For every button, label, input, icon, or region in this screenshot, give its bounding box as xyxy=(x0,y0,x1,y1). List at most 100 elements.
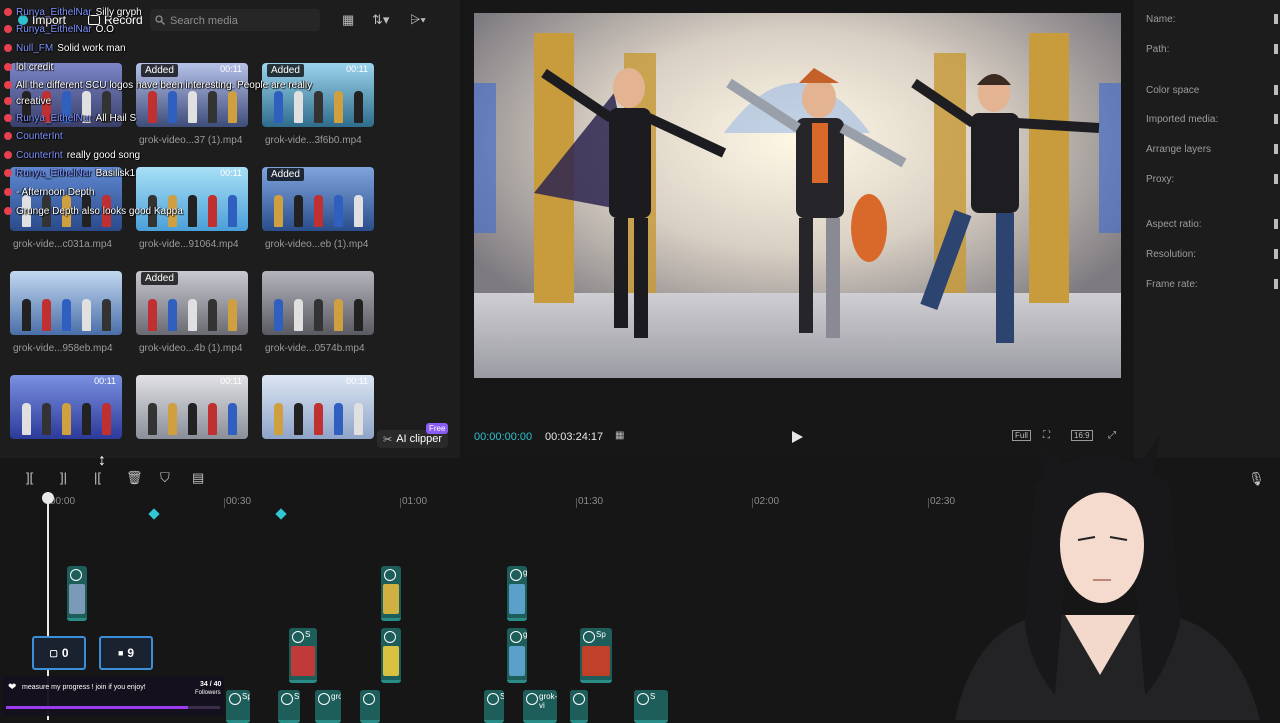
clip-check-icon xyxy=(583,631,595,643)
clip-edit-icon[interactable]: ▤ xyxy=(192,470,204,486)
counter-widget-right: ■ 9 xyxy=(99,636,153,670)
media-item[interactable]: Added 00:11 grok-video...37 (1).mp4 xyxy=(136,63,248,146)
delete-icon[interactable]: 🗑 xyxy=(126,470,143,486)
clip-thumbnail xyxy=(69,584,85,614)
chat-message: Runya_EithelNar Silly gryph xyxy=(4,4,142,20)
timeline-clip[interactable]: grok xyxy=(507,566,527,621)
thumbnail-figure xyxy=(188,91,197,123)
timeline-clip[interactable]: grok-vi xyxy=(523,690,557,723)
media-duration: 00:11 xyxy=(220,376,242,386)
media-item[interactable]: grok-vide...0574b.mp4 xyxy=(262,271,374,354)
chat-message: Runya_EithelNar Basilisk1 xyxy=(4,165,135,181)
media-thumbnail[interactable]: Added xyxy=(136,271,248,335)
split-icon[interactable]: ][ xyxy=(26,470,33,485)
clip-label: S xyxy=(500,692,504,701)
timeline-clip[interactable]: S xyxy=(289,628,317,683)
thumbnail-figure xyxy=(274,299,283,331)
clip-check-icon xyxy=(510,631,522,643)
chat-message: lol credit xyxy=(4,59,53,75)
chat-badge-icon xyxy=(4,44,12,52)
follower-goal-widget: ❤ measure my progress ! join if you enjo… xyxy=(2,676,224,716)
thumbnail-figure xyxy=(294,403,303,435)
media-thumbnail[interactable]: Added 00:11 xyxy=(136,63,248,127)
video-preview[interactable] xyxy=(474,13,1121,378)
timeline-clip[interactable]: S xyxy=(484,690,504,723)
thumbnail-figure xyxy=(228,299,237,331)
resize-cursor-icon: ↕ xyxy=(98,452,106,469)
thumbnail-figure xyxy=(42,403,51,435)
media-duration: 00:11 xyxy=(346,376,368,386)
thumbnail-figure xyxy=(314,403,323,435)
property-value xyxy=(1274,44,1278,54)
chat-badge-icon xyxy=(4,25,12,33)
media-thumbnail[interactable]: 00:11 xyxy=(262,375,374,439)
chat-badge-icon xyxy=(4,132,12,140)
shield-icon[interactable]: ⛉ xyxy=(160,470,170,486)
split-right-icon[interactable]: |[ xyxy=(94,470,101,485)
media-thumbnail[interactable] xyxy=(262,271,374,335)
timeline-grid-icon[interactable]: ▦ xyxy=(615,430,624,441)
media-thumbnail[interactable]: 00:11 xyxy=(136,167,248,231)
media-item[interactable]: 00:11 xyxy=(10,375,122,439)
clip-check-icon xyxy=(70,569,82,581)
chat-message: CounterInt xyxy=(4,128,63,144)
timeline-clip[interactable] xyxy=(67,566,87,621)
thumbnail-figure xyxy=(148,403,157,435)
media-item[interactable]: Added grok-video...eb (1).mp4 xyxy=(262,167,374,250)
sort-icon[interactable]: ⇅▾ xyxy=(372,12,389,28)
timeline-clip[interactable] xyxy=(360,690,380,723)
timeline-clip[interactable]: grok xyxy=(315,690,341,723)
thumbnail-figure xyxy=(22,403,31,435)
search-input[interactable] xyxy=(168,9,317,33)
property-value xyxy=(1274,144,1278,154)
media-thumbnail[interactable]: Added 00:11 xyxy=(262,63,374,127)
media-item[interactable]: Added grok-video...4b (1).mp4 xyxy=(136,271,248,354)
search-box[interactable] xyxy=(150,9,320,33)
thumbnail-figure xyxy=(354,195,363,227)
clip-label: S xyxy=(305,630,311,639)
thumbnail-figure xyxy=(294,299,303,331)
clip-check-icon xyxy=(384,631,396,643)
thumbnail-figure xyxy=(334,91,343,123)
clip-label: S xyxy=(650,692,656,701)
media-thumbnail[interactable]: Added xyxy=(262,167,374,231)
media-duration: 00:11 xyxy=(220,168,242,178)
preview-frame xyxy=(474,13,1121,378)
media-item[interactable]: 00:11 xyxy=(136,375,248,439)
media-item[interactable]: 00:11 xyxy=(262,375,374,439)
media-item[interactable]: Added 00:11 grok-vide...3f6b0.mp4 xyxy=(262,63,374,146)
grid-view-icon[interactable]: ▦ xyxy=(342,12,354,28)
media-item[interactable]: grok-vide...958eb.mp4 xyxy=(10,271,122,354)
timeline-clip[interactable]: Sp xyxy=(580,628,612,683)
split-left-icon[interactable]: ]| xyxy=(60,470,67,485)
chat-badge-icon xyxy=(4,169,12,177)
clip-check-icon xyxy=(510,569,522,581)
follower-goal-text: measure my progress ! join if you enjoy! xyxy=(22,684,146,691)
chat-message: Grunge Depth also looks good Kappa xyxy=(4,203,183,219)
timeline-clip[interactable]: S xyxy=(278,690,300,723)
thumbnail-figure xyxy=(334,299,343,331)
play-icon[interactable] xyxy=(790,429,804,445)
thumbnail-figure xyxy=(102,403,111,435)
chat-message: All the different SCU logos have been in… xyxy=(4,77,312,93)
media-thumbnail[interactable]: 00:11 xyxy=(136,375,248,439)
thumbnail-figure xyxy=(168,403,177,435)
clip-label: grok xyxy=(523,630,527,639)
timeline-clip[interactable]: Spe xyxy=(226,690,250,723)
chat-username: Runya_EithelNar xyxy=(16,112,92,124)
clip-check-icon xyxy=(526,693,538,705)
media-duration: 00:11 xyxy=(94,376,116,386)
chat-badge-icon xyxy=(4,151,12,159)
filter-icon[interactable]: ⩥▾ xyxy=(410,12,426,28)
thumbnail-figure xyxy=(354,91,363,123)
media-thumbnail[interactable]: 00:11 xyxy=(10,375,122,439)
thumbnail-figure xyxy=(148,91,157,123)
timeline-clip[interactable]: grok xyxy=(507,628,527,683)
timeline-clip[interactable] xyxy=(570,690,588,723)
timeline-clip[interactable] xyxy=(381,566,401,621)
playhead[interactable] xyxy=(42,492,54,504)
timeline-clip[interactable]: S xyxy=(634,690,668,723)
media-thumbnail[interactable] xyxy=(10,271,122,335)
timeline-clip[interactable] xyxy=(381,628,401,683)
clip-check-icon xyxy=(487,693,499,705)
